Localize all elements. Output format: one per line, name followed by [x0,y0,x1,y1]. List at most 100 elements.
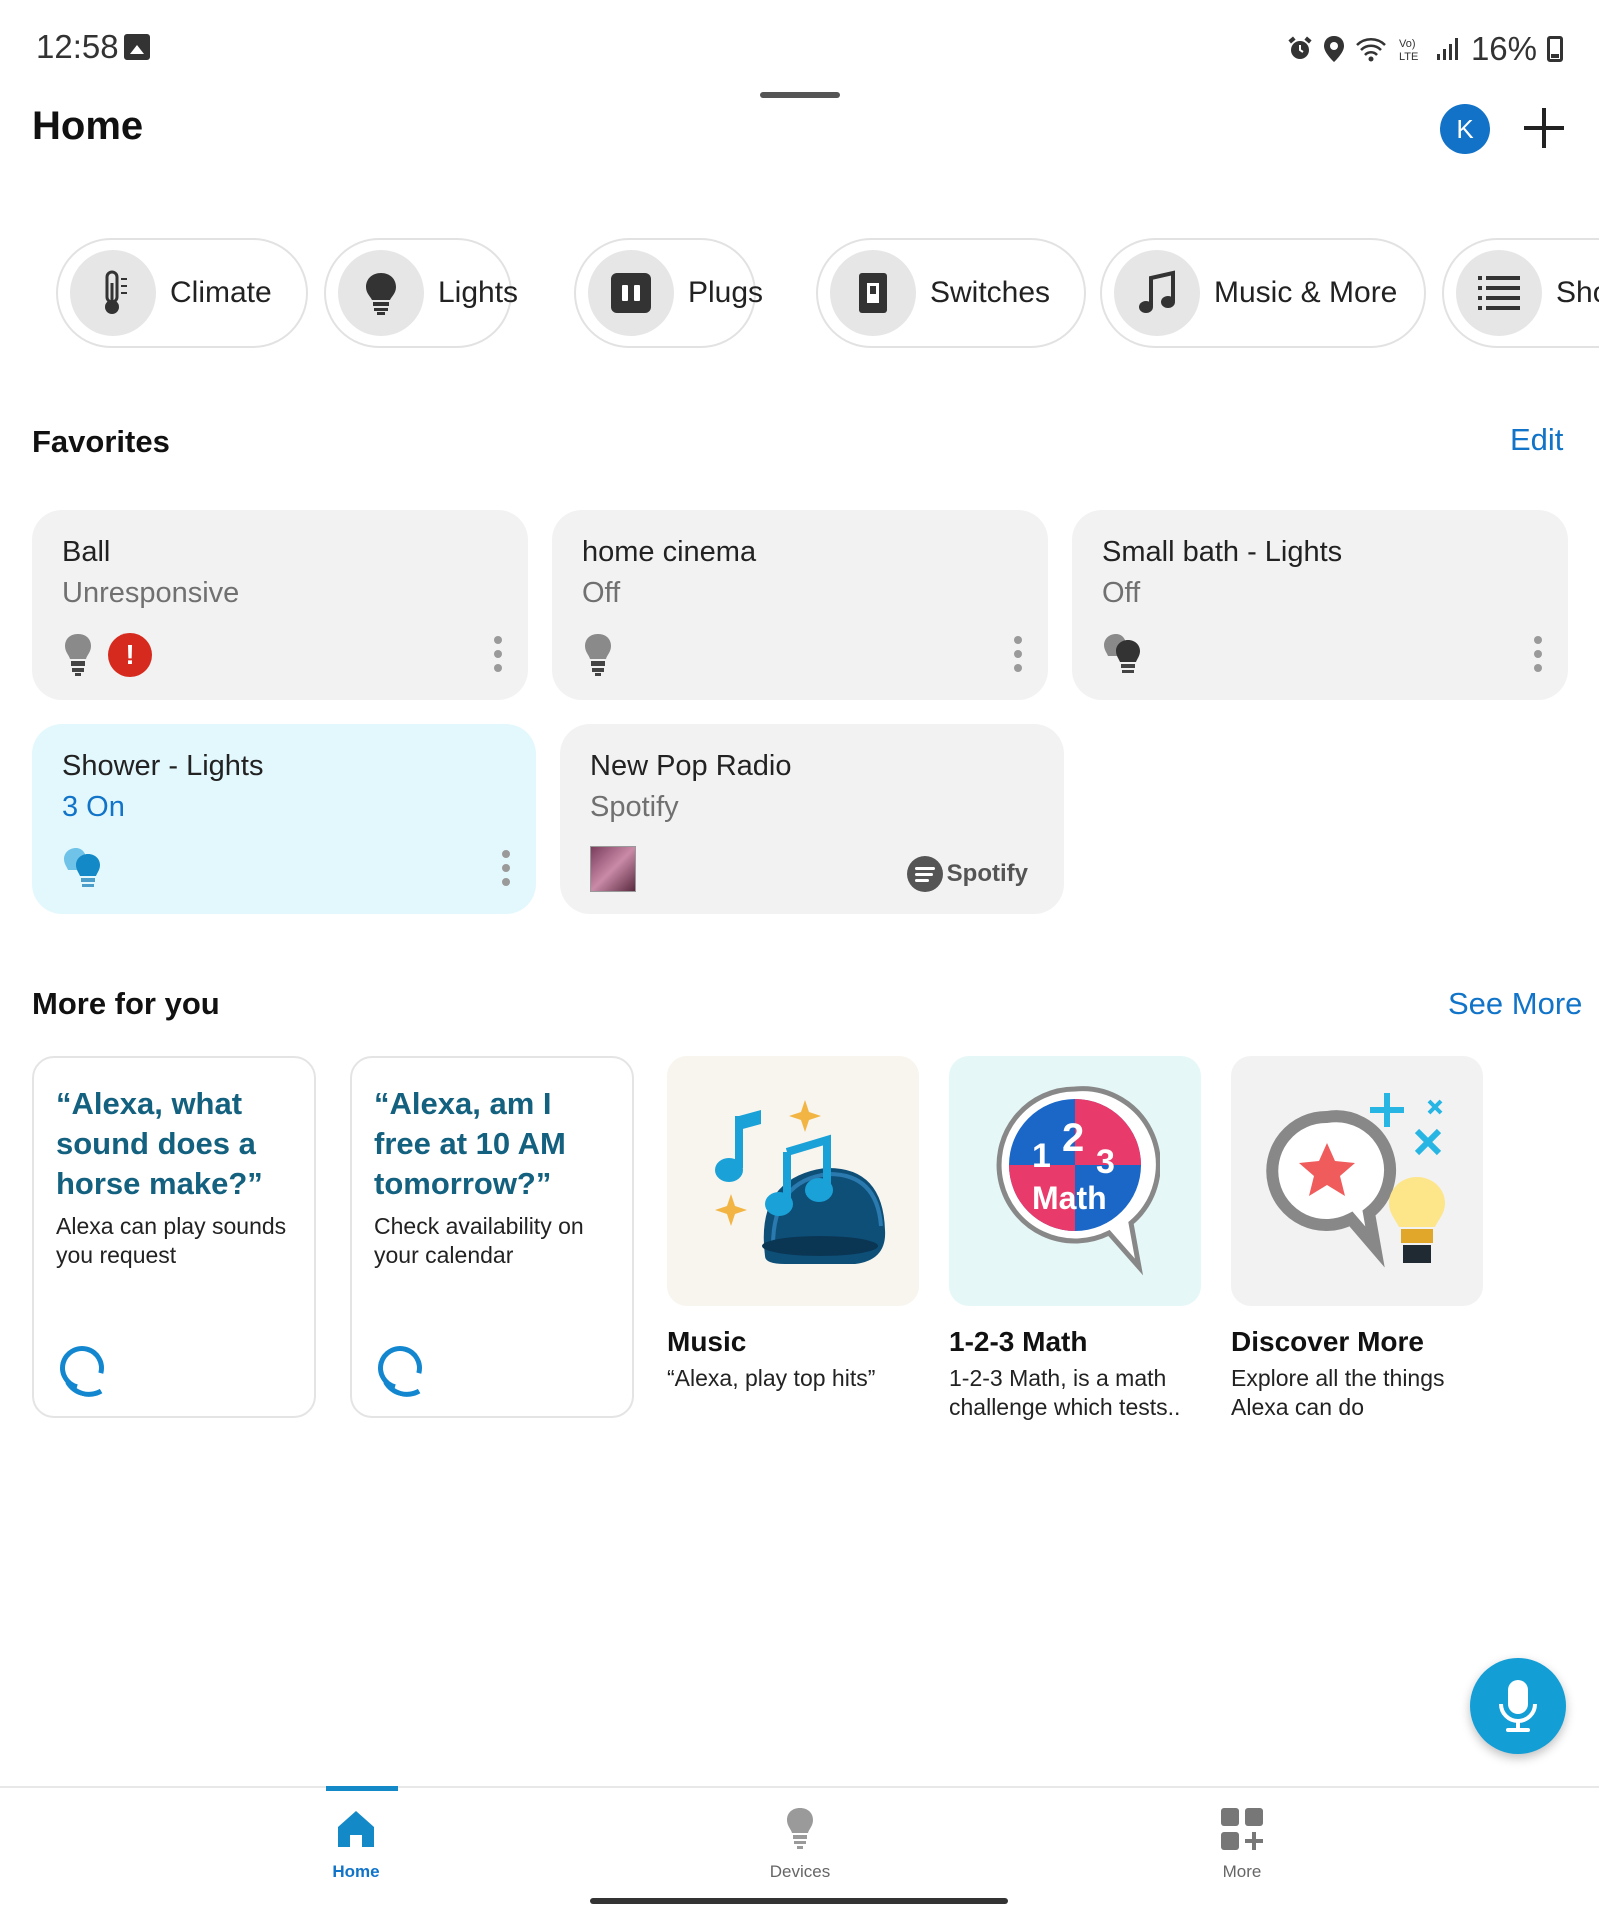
favorite-card-small-bath-lights[interactable]: Small bath - Lights Off [1072,510,1568,700]
see-more-link[interactable]: See More [1448,986,1582,1022]
skill-card-music[interactable]: Music “Alexa, play top hits” [667,1056,919,1393]
favorite-name: Small bath - Lights [1102,536,1343,568]
chip-climate[interactable]: Climate [56,238,308,348]
tip-quote: “Alexa, what sound does a horse make?” [56,1086,263,1201]
chip-lights[interactable]: Lights [324,238,518,348]
chip-switches[interactable]: Switches [816,238,1086,348]
chip-label: Climate [170,276,272,309]
alexa-mic-button[interactable] [1470,1658,1566,1754]
more-options-icon[interactable] [1014,636,1022,672]
skill-description: “Alexa, play top hits” [667,1365,876,1391]
tip-card-horse-sound[interactable]: “Alexa, what sound does a horse make?” A… [32,1056,316,1418]
svg-text:LTE: LTE [1399,51,1418,63]
lightbulb-icon [787,1808,813,1849]
chip-label: Music & More [1214,276,1398,309]
tip-card-calendar[interactable]: “Alexa, am I free at 10 AM tomorrow?” Ch… [350,1056,634,1418]
nav-label: More [1222,1862,1262,1881]
lightbulb-icon [65,634,91,676]
add-button[interactable] [1520,104,1568,152]
system-home-indicator[interactable] [590,1898,1008,1904]
microphone-icon [1499,1680,1537,1732]
chip-shopping[interactable]: Sho [1442,238,1599,348]
page-title: Home [32,104,144,148]
switch-icon [830,250,916,336]
favorite-card-ball[interactable]: Ball Unresponsive ! [32,510,528,700]
skill-card-123-math[interactable]: 1 2 3 Math 1-2-3 Math 1-2-3 Math, is a m… [949,1056,1201,1422]
nav-item-devices[interactable]: Devices [700,1788,900,1898]
avatar[interactable]: K [1440,104,1490,154]
favorite-card-shower-lights[interactable]: Shower - Lights 3 On [32,724,536,914]
tip-description: Alexa can play sounds you request [56,1213,287,1268]
svg-text:Vo): Vo) [1399,38,1416,50]
list-icon [1456,250,1542,336]
favorite-name: home cinema [582,536,757,568]
nav-label: Home [332,1862,380,1881]
battery-percent: 16% [1470,30,1537,67]
spotify-logo: Spotify [906,856,1028,892]
status-bar: 12:58 Vo) LTE 16% [0,0,1599,96]
favorite-card-new-pop-radio[interactable]: New Pop Radio Spotify Spotify [560,724,1064,914]
more-options-icon[interactable] [494,636,502,672]
chip-label: Switches [930,276,1051,309]
svg-text:Math: Math [1032,1180,1107,1216]
nav-item-home[interactable]: Home [256,1786,456,1898]
discover-illustration [1231,1056,1483,1306]
status-time: 12:58 [36,28,119,65]
svg-text:2: 2 [1062,1116,1084,1160]
favorite-card-home-cinema[interactable]: home cinema Off [552,510,1048,700]
alarm-icon [1288,36,1312,59]
image-icon [124,34,150,60]
echo-music-icon [715,1100,886,1264]
music-note-icon [1114,250,1200,336]
more-options-icon[interactable] [502,850,510,886]
wifi-icon [1356,38,1386,62]
chip-music-and-more[interactable]: Music & More [1100,238,1426,348]
tip-quote: “Alexa, am I free at 10 AM tomorrow?” [374,1086,566,1201]
location-icon [1323,36,1344,62]
alexa-ring-icon [369,1337,431,1399]
favorite-status: Spotify [590,791,679,823]
edit-favorites-link[interactable]: Edit [1510,422,1563,458]
skill-title: Discover More [1231,1326,1424,1357]
more-options-icon[interactable] [1534,636,1542,672]
tip-description: Check availability on your calendar [374,1213,584,1268]
skill-title: Music [667,1326,747,1357]
discover-star-bulb-icon [1266,1093,1445,1268]
light-group-icon [64,848,100,887]
album-art [590,846,636,892]
svg-text:3: 3 [1096,1143,1115,1181]
favorite-name: Shower - Lights [62,750,264,782]
lightbulb-icon [338,250,424,336]
battery-icon [1547,36,1563,62]
chip-plugs[interactable]: Plugs [574,238,763,348]
favorite-name: New Pop Radio [590,750,792,782]
home-icon [338,1811,374,1847]
skill-title: 1-2-3 Math [949,1326,1088,1357]
svg-text:1: 1 [1032,1137,1051,1175]
favorite-status: 3 On [62,791,125,823]
favorites-title: Favorites [32,424,170,459]
signal-icon [1436,38,1458,60]
music-illustration [667,1056,919,1306]
light-group-icon [1104,634,1140,673]
more-grid-icon [1221,1808,1263,1850]
alexa-ring-icon [51,1337,113,1399]
chip-label: Sho [1556,276,1599,309]
skill-card-discover-more[interactable]: Discover More Explore all the things Ale… [1231,1056,1483,1422]
favorite-name: Ball [62,536,111,568]
volte-icon: Vo)LTE [1399,38,1418,63]
active-tab-indicator [326,1786,398,1791]
math-speech-bubble-icon: 1 2 3 Math [996,1086,1160,1276]
chip-label: Lights [438,276,519,309]
nav-item-more[interactable]: More [1142,1788,1342,1898]
favorite-status: Off [582,577,621,609]
lightbulb-icon [585,634,611,676]
math-logo: 1 2 3 Math [949,1056,1201,1306]
favorite-status: Off [1102,577,1141,609]
status-icons: Vo) LTE 16% [1287,30,1563,68]
plug-icon [588,250,674,336]
skill-description: Explore all the things Alexa can do [1231,1365,1445,1420]
favorite-status: Unresponsive [62,577,240,609]
more-for-you-title: More for you [32,986,220,1021]
grab-handle[interactable] [760,92,840,98]
